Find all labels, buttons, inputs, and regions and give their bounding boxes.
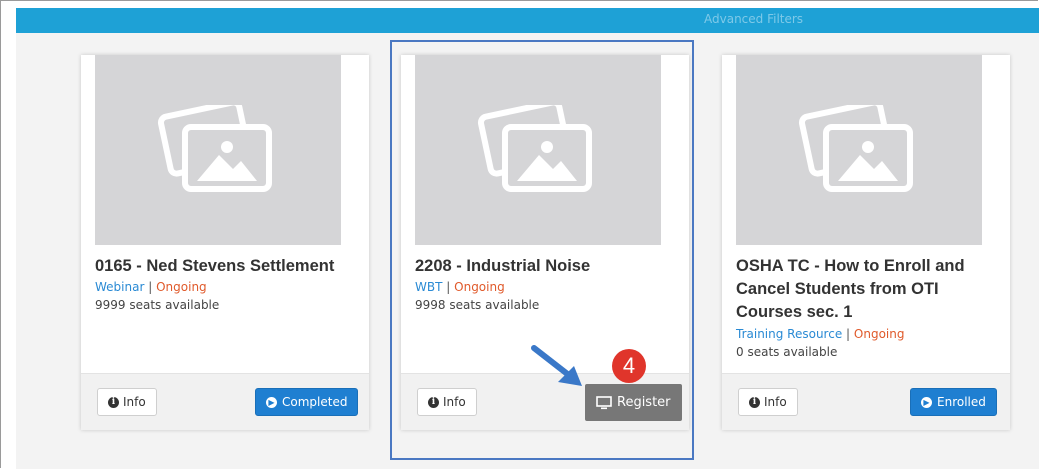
course-thumbnail — [95, 55, 341, 245]
info-button-label: Info — [764, 395, 787, 409]
highlight-box — [390, 40, 694, 460]
course-title[interactable]: 0165 - Ned Stevens Settlement — [95, 255, 357, 278]
course-type-link[interactable]: Webinar — [95, 280, 144, 294]
pointer-arrow-icon — [531, 345, 582, 386]
card-footer: i Info ▶ Completed — [81, 373, 369, 430]
info-button[interactable]: i Info — [97, 388, 157, 416]
advanced-filters-bar[interactable]: Advanced Filters — [16, 8, 1039, 33]
course-thumbnail — [736, 55, 982, 245]
info-button-label: Info — [123, 395, 146, 409]
circle-arrow-icon: ▶ — [266, 396, 277, 408]
step-number-badge: 4 — [612, 349, 646, 383]
course-meta: Training Resource | Ongoing — [736, 326, 998, 343]
info-icon: i — [108, 396, 119, 408]
completed-button-label: Completed — [282, 395, 348, 409]
course-card: 0165 - Ned Stevens Settlement Webinar | … — [81, 55, 369, 430]
enrolled-button-label: Enrolled — [937, 395, 986, 409]
circle-arrow-icon: ▶ — [921, 396, 932, 408]
seats-available: 9999 seats available — [95, 298, 220, 312]
meta-separator: | — [846, 327, 851, 341]
course-type-link[interactable]: Training Resource — [736, 327, 842, 341]
completed-button[interactable]: ▶ Completed — [255, 388, 359, 416]
course-card: OSHA TC - How to Enroll and Cancel Stude… — [722, 55, 1010, 430]
course-status: Ongoing — [156, 280, 207, 294]
enrolled-button[interactable]: ▶ Enrolled — [910, 388, 997, 416]
meta-separator: | — [148, 280, 153, 294]
seats-available: 0 seats available — [736, 345, 838, 359]
info-button[interactable]: i Info — [738, 388, 798, 416]
image-placeholder-icon — [157, 105, 272, 192]
course-title[interactable]: OSHA TC - How to Enroll and Cancel Stude… — [736, 255, 998, 324]
image-placeholder-icon — [798, 105, 913, 192]
course-meta: Webinar | Ongoing — [95, 279, 357, 296]
card-footer: i Info ▶ Enrolled — [722, 373, 1010, 430]
info-icon: i — [749, 396, 760, 408]
advanced-filters-label[interactable]: Advanced Filters — [704, 12, 803, 26]
course-status: Ongoing — [853, 327, 905, 341]
